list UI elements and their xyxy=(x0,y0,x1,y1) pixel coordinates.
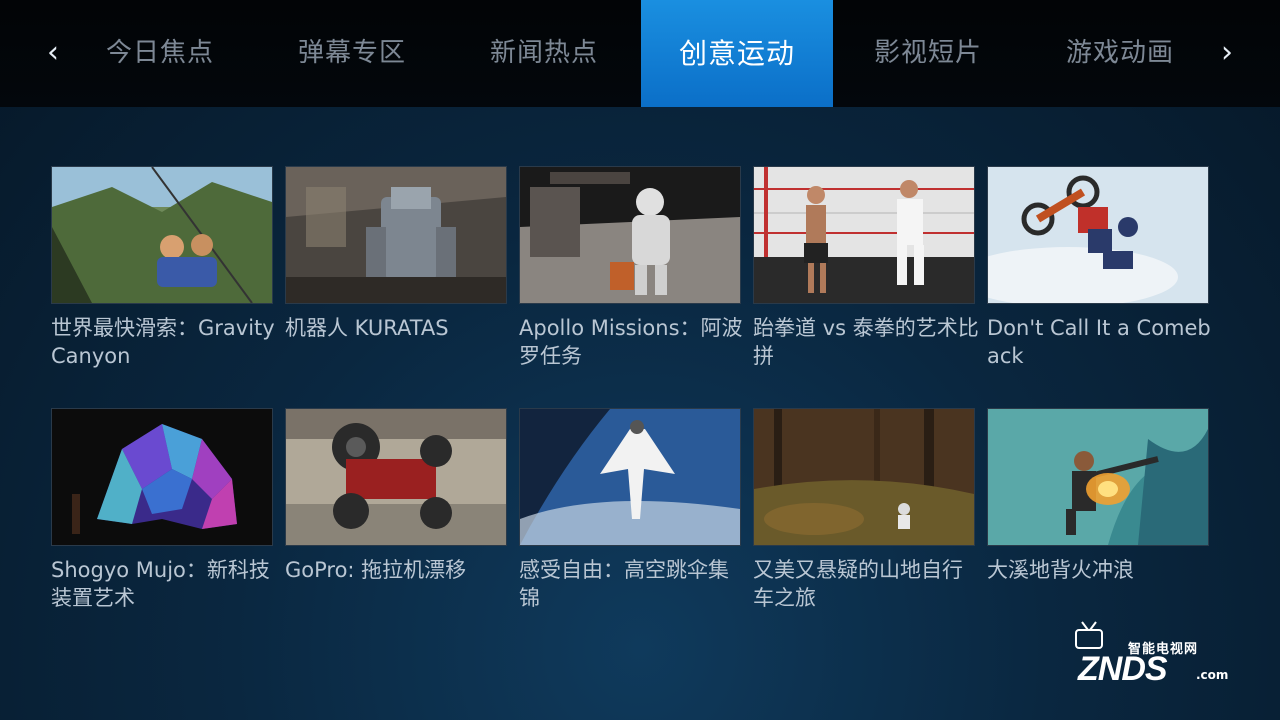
video-title: Apollo Missions：阿波罗任务 xyxy=(519,316,743,368)
surfing-icon xyxy=(987,408,1209,546)
video-title: 世界最快滑索：Gravity Canyon xyxy=(51,316,275,368)
video-title: Shogyo Mujo：新科技装置艺术 xyxy=(51,558,270,610)
tab-games-animation[interactable]: 游戏动画 xyxy=(1024,0,1216,107)
martial-arts-icon xyxy=(753,166,975,304)
tab-danmaku[interactable]: 弹幕专区 xyxy=(256,0,448,107)
watermark-logo: ZNDS xyxy=(1078,650,1168,688)
znds-watermark: 智能电视网 ZNDS .com xyxy=(1068,620,1238,690)
tractor-icon xyxy=(285,408,507,546)
category-nav-bar: ‹ 今日焦点 弹幕专区 新闻热点 创意运动 影视短片 游戏动画 › xyxy=(0,0,1280,107)
astronaut-icon xyxy=(519,166,741,304)
motocross-icon xyxy=(987,166,1209,304)
tv-icon xyxy=(1075,621,1103,649)
mountain-bike-icon xyxy=(753,408,975,546)
video-title: 感受自由：高空跳伞集锦 xyxy=(519,558,729,610)
wingsuit-icon xyxy=(519,408,741,546)
tab-creative-sports[interactable]: 创意运动 xyxy=(641,0,833,107)
nav-right-arrow-icon[interactable]: › xyxy=(1212,33,1242,73)
video-title: 跆拳道 vs 泰拳的艺术比拼 xyxy=(753,316,979,368)
tab-film-shorts[interactable]: 影视短片 xyxy=(832,0,1024,107)
zipline-icon xyxy=(51,166,273,304)
art-installation-icon xyxy=(51,408,273,546)
tab-today-focus[interactable]: 今日焦点 xyxy=(64,0,256,107)
video-title: Don't Call It a Comeback xyxy=(987,316,1211,368)
video-title: 又美又悬疑的山地自行车之旅 xyxy=(753,558,963,610)
robot-icon xyxy=(285,166,507,304)
video-title: 机器人 KURATAS xyxy=(285,316,449,340)
video-title: GoPro: 拖拉机漂移 xyxy=(285,558,467,582)
watermark-suffix: .com xyxy=(1196,668,1229,682)
video-title: 大溪地背火冲浪 xyxy=(987,558,1134,582)
tab-news[interactable]: 新闻热点 xyxy=(448,0,640,107)
